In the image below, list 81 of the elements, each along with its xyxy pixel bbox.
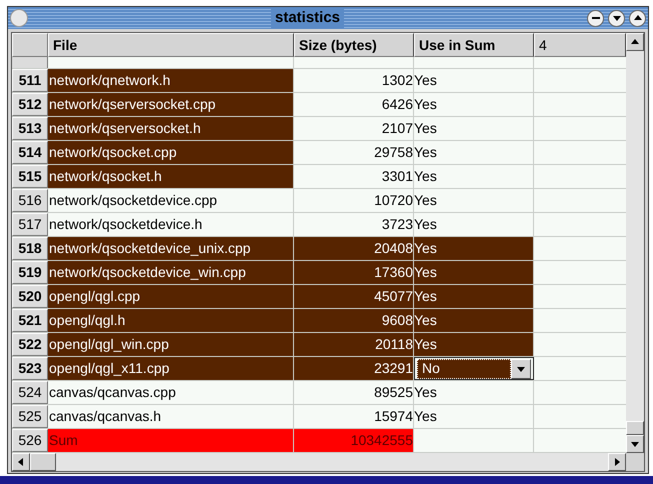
row-header[interactable]: 522	[12, 333, 48, 356]
table-cell: network/qnetwork.h	[48, 69, 294, 92]
table-cell: 20408	[294, 237, 414, 260]
table-cell: network/qsocketdevice.cpp	[48, 189, 294, 212]
table-cell: 20118	[294, 333, 414, 356]
column-header[interactable]: 4	[534, 33, 626, 57]
table-cell: Yes	[414, 405, 534, 428]
row-header[interactable]: 514	[12, 141, 48, 164]
column-header[interactable]: Use in Sum	[414, 33, 534, 57]
row-header[interactable]: 525	[12, 405, 48, 428]
table-cell: Yes	[414, 213, 534, 236]
row-header[interactable]: 517	[12, 213, 48, 236]
table-cell: network/qserversocket.cpp	[48, 93, 294, 116]
dropdown-field[interactable]: No	[417, 358, 511, 378]
table-cell: network/qsocketdevice_win.cpp	[48, 261, 294, 284]
table-cell: Yes	[414, 237, 534, 260]
table-cell: opengl/qgl_x11.cpp	[48, 357, 294, 380]
table-cell: Yes	[414, 69, 534, 92]
table-cell: Yes	[414, 309, 534, 332]
table-cell: canvas/qcanvas.cpp	[48, 381, 294, 404]
table-cell: opengl/qgl.cpp	[48, 285, 294, 308]
table-cell: network/qsocketdevice.h	[48, 213, 294, 236]
shade-button[interactable]	[608, 10, 626, 26]
row-header[interactable]: 524	[12, 381, 48, 404]
row-header[interactable]: 513	[12, 117, 48, 140]
window-title: statistics	[270, 6, 344, 30]
table-cell: canvas/qcanvas.h	[48, 405, 294, 428]
table-cell: Yes	[414, 117, 534, 140]
table-cell: 10342555	[294, 429, 414, 452]
table-cell: 17360	[294, 261, 414, 284]
table-cell: opengl/qgl_win.cpp	[48, 333, 294, 356]
table-cell: Yes	[414, 93, 534, 116]
table-cell: Yes	[414, 333, 534, 356]
scroll-up-button[interactable]	[626, 33, 644, 51]
down-arrow-icon	[612, 13, 622, 23]
table-cell: Yes	[414, 141, 534, 164]
table-cell: Sum	[48, 429, 294, 452]
column-header[interactable]: File	[48, 33, 294, 57]
minimize-button[interactable]	[587, 10, 604, 26]
row-header[interactable]: 519	[12, 261, 48, 284]
table-cell: 23291	[294, 357, 414, 380]
horizontal-scrollbar[interactable]	[12, 453, 644, 471]
up-arrow-icon	[632, 13, 643, 23]
maximize-button[interactable]	[629, 10, 646, 26]
table-cell: Yes	[414, 381, 534, 404]
row-header[interactable]: 512	[12, 93, 48, 116]
column-header[interactable]: Size (bytes)	[294, 33, 414, 57]
left-arrow-icon	[16, 457, 26, 467]
table-cell: network/qserversocket.h	[48, 117, 294, 140]
scroll-down-button[interactable]	[626, 435, 644, 453]
table-cell: network/qsocketdevice_unix.cpp	[48, 237, 294, 260]
right-arrow-icon	[612, 457, 622, 467]
window-menu-button[interactable]	[10, 9, 28, 27]
table-cell: Yes	[414, 165, 534, 188]
row-header[interactable]: 516	[12, 189, 48, 212]
scrollbar-corner	[626, 453, 644, 471]
table-cell: network/qsocket.cpp	[48, 141, 294, 164]
table-cell: network/qsocket.h	[48, 165, 294, 188]
scroll-thumb[interactable]	[626, 421, 644, 435]
table-cell: opengl/qgl.h	[48, 309, 294, 332]
table-cell: 45077	[294, 285, 414, 308]
row-header[interactable]: 511	[12, 69, 48, 92]
scroll-right-button[interactable]	[608, 453, 626, 471]
down-arrow-icon	[630, 439, 640, 449]
corner-header[interactable]	[12, 33, 48, 57]
dropdown-button[interactable]	[511, 358, 531, 378]
row-header[interactable]: 515	[12, 165, 48, 188]
vertical-scrollbar[interactable]	[626, 33, 644, 453]
scroll-thumb[interactable]	[30, 453, 56, 471]
row-header[interactable]: 518	[12, 237, 48, 260]
table-cell: Yes	[414, 285, 534, 308]
table-cell: Yes	[414, 189, 534, 212]
row-header[interactable]: 526	[12, 429, 48, 452]
row-header[interactable]: 523	[12, 357, 48, 380]
row-header[interactable]: 520	[12, 285, 48, 308]
table-cell: Yes	[414, 261, 534, 284]
scroll-left-button[interactable]	[12, 453, 30, 471]
table-cell: 9608	[294, 309, 414, 332]
row-header[interactable]: 521	[12, 309, 48, 332]
row-header[interactable]	[12, 57, 48, 68]
up-arrow-icon	[630, 37, 640, 47]
